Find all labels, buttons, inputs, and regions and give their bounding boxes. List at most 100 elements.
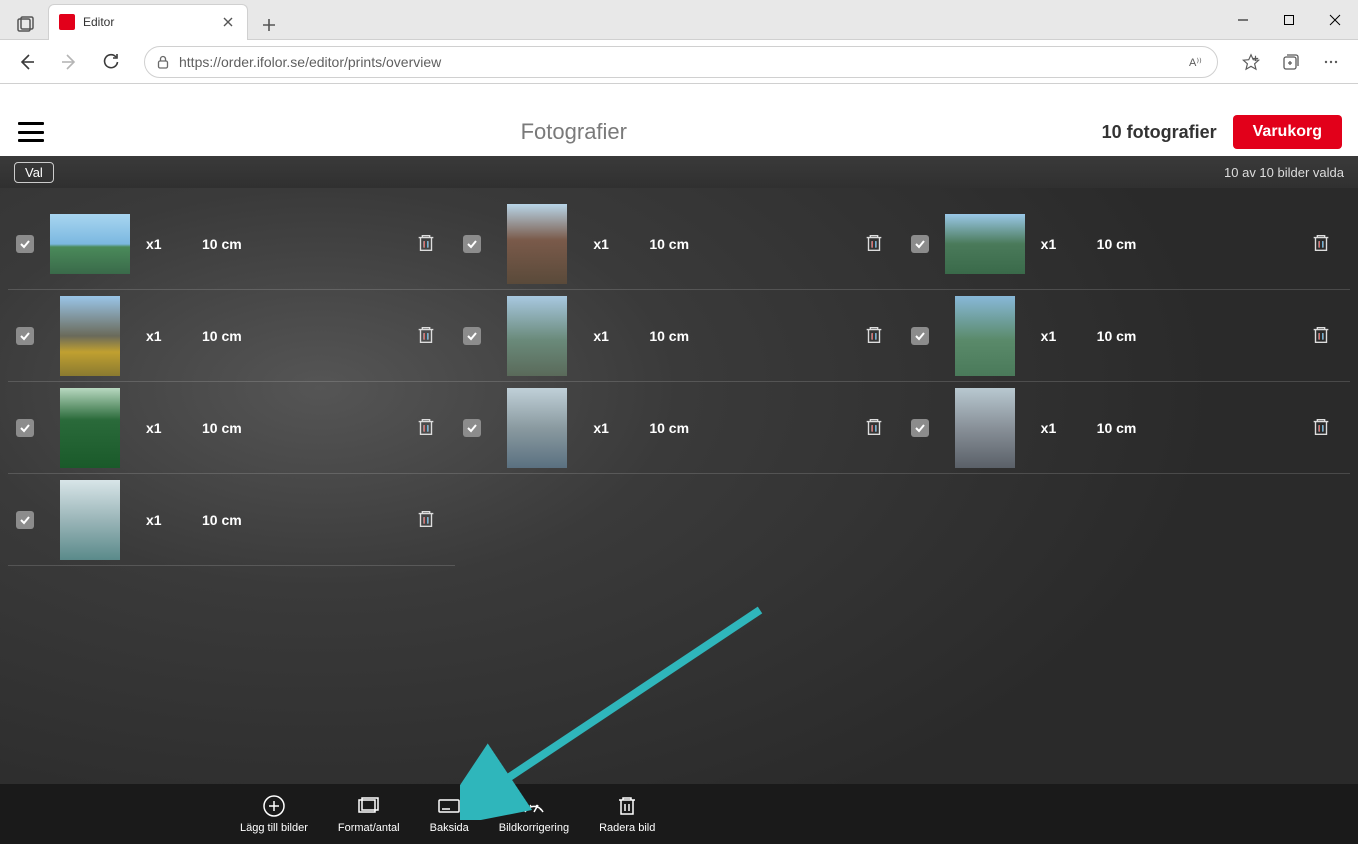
- gauge-icon: [522, 794, 546, 818]
- delete-button[interactable]: [1310, 324, 1334, 348]
- photo-row: x1 10 cm: [8, 382, 455, 474]
- image-correction-button[interactable]: Bildkorrigering: [499, 794, 569, 834]
- photo-row: x1 10 cm: [903, 382, 1350, 474]
- photo-row: x1 10 cm: [455, 382, 902, 474]
- favicon-icon: [59, 14, 75, 30]
- delete-button[interactable]: [1310, 416, 1334, 440]
- delete-button[interactable]: [415, 508, 439, 532]
- trash-icon: [615, 794, 639, 818]
- browser-tab[interactable]: Editor: [48, 4, 248, 40]
- photo-row: x1 10 cm: [455, 290, 902, 382]
- select-checkbox[interactable]: [911, 419, 929, 437]
- close-window-button[interactable]: [1312, 0, 1358, 40]
- plus-circle-icon: [262, 794, 286, 818]
- photo-thumbnail[interactable]: [945, 208, 1025, 280]
- delete-button[interactable]: [863, 324, 887, 348]
- quantity-label[interactable]: x1: [593, 328, 633, 344]
- photo-thumbnail[interactable]: [945, 300, 1025, 372]
- menu-button[interactable]: [1312, 45, 1350, 79]
- tool-label: Format/antal: [338, 822, 400, 834]
- photo-thumbnail[interactable]: [945, 392, 1025, 464]
- collections-button[interactable]: [1272, 45, 1310, 79]
- select-checkbox[interactable]: [16, 327, 34, 345]
- delete-button[interactable]: [415, 416, 439, 440]
- size-label[interactable]: 10 cm: [1097, 328, 1197, 344]
- size-label[interactable]: 10 cm: [649, 420, 749, 436]
- size-label[interactable]: 10 cm: [202, 236, 302, 252]
- photo-row: x1 10 cm: [455, 198, 902, 290]
- photo-thumbnail[interactable]: [50, 208, 130, 280]
- size-label[interactable]: 10 cm: [649, 328, 749, 344]
- card-icon: [437, 794, 461, 818]
- quantity-label[interactable]: x1: [146, 420, 186, 436]
- quantity-label[interactable]: x1: [1041, 236, 1081, 252]
- format-quantity-button[interactable]: Format/antal: [338, 794, 400, 834]
- quantity-label[interactable]: x1: [1041, 420, 1081, 436]
- photo-thumbnail[interactable]: [497, 392, 577, 464]
- size-label[interactable]: 10 cm: [1097, 236, 1197, 252]
- back-button[interactable]: [8, 45, 46, 79]
- minimize-button[interactable]: [1220, 0, 1266, 40]
- cart-button[interactable]: Varukorg: [1233, 115, 1342, 149]
- selection-status: 10 av 10 bilder valda: [1224, 165, 1344, 180]
- delete-photo-button[interactable]: Radera bild: [599, 794, 655, 834]
- delete-button[interactable]: [415, 324, 439, 348]
- tab-close-button[interactable]: [219, 13, 237, 31]
- selection-button[interactable]: Val: [14, 162, 54, 183]
- rectangles-icon: [357, 794, 381, 818]
- quantity-label[interactable]: x1: [146, 236, 186, 252]
- app-content: Fotografier 10 fotografier Varukorg Val …: [0, 84, 1358, 844]
- hamburger-menu-button[interactable]: [16, 117, 46, 147]
- forward-button[interactable]: [50, 45, 88, 79]
- delete-button[interactable]: [863, 232, 887, 256]
- url-text: https://order.ifolor.se/editor/prints/ov…: [179, 54, 1181, 70]
- new-tab-button[interactable]: [254, 10, 284, 40]
- tool-label: Bildkorrigering: [499, 822, 569, 834]
- delete-button[interactable]: [863, 416, 887, 440]
- quantity-label[interactable]: x1: [1041, 328, 1081, 344]
- add-photos-button[interactable]: Lägg till bilder: [240, 794, 308, 834]
- quantity-label[interactable]: x1: [146, 512, 186, 528]
- photo-row: x1 10 cm: [903, 290, 1350, 382]
- browser-chrome: Editor https://order.ifolor.se/editor/pr…: [0, 0, 1358, 84]
- select-checkbox[interactable]: [16, 419, 34, 437]
- select-checkbox[interactable]: [16, 511, 34, 529]
- size-label[interactable]: 10 cm: [202, 328, 302, 344]
- favorite-button[interactable]: [1232, 45, 1270, 79]
- select-checkbox[interactable]: [463, 235, 481, 253]
- nav-bar: https://order.ifolor.se/editor/prints/ov…: [0, 40, 1358, 84]
- maximize-button[interactable]: [1266, 0, 1312, 40]
- photo-row: x1 10 cm: [903, 198, 1350, 290]
- delete-button[interactable]: [415, 232, 439, 256]
- select-checkbox[interactable]: [911, 327, 929, 345]
- title-bar: Editor: [0, 0, 1358, 40]
- select-checkbox[interactable]: [911, 235, 929, 253]
- read-aloud-icon[interactable]: A⁾⁾: [1189, 53, 1207, 71]
- refresh-button[interactable]: [92, 45, 130, 79]
- app-header: Fotografier 10 fotografier Varukorg: [0, 108, 1358, 156]
- svg-text:A⁾⁾: A⁾⁾: [1189, 57, 1202, 69]
- tool-label: Baksida: [430, 822, 469, 834]
- size-label[interactable]: 10 cm: [202, 512, 302, 528]
- select-checkbox[interactable]: [463, 419, 481, 437]
- tabs-overview-button[interactable]: [8, 10, 44, 40]
- size-label[interactable]: 10 cm: [202, 420, 302, 436]
- photo-thumbnail[interactable]: [50, 300, 130, 372]
- tab-title: Editor: [83, 15, 114, 29]
- size-label[interactable]: 10 cm: [1097, 420, 1197, 436]
- select-checkbox[interactable]: [463, 327, 481, 345]
- select-checkbox[interactable]: [16, 235, 34, 253]
- photo-thumbnail[interactable]: [497, 208, 577, 280]
- header-spacer: [0, 84, 1358, 108]
- quantity-label[interactable]: x1: [146, 328, 186, 344]
- photo-thumbnail[interactable]: [50, 484, 130, 556]
- photo-thumbnail[interactable]: [50, 392, 130, 464]
- quantity-label[interactable]: x1: [593, 236, 633, 252]
- size-label[interactable]: 10 cm: [649, 236, 749, 252]
- backside-button[interactable]: Baksida: [430, 794, 469, 834]
- quantity-label[interactable]: x1: [593, 420, 633, 436]
- toolbar-actions: [1232, 45, 1350, 79]
- address-bar[interactable]: https://order.ifolor.se/editor/prints/ov…: [144, 46, 1218, 78]
- photo-thumbnail[interactable]: [497, 300, 577, 372]
- delete-button[interactable]: [1310, 232, 1334, 256]
